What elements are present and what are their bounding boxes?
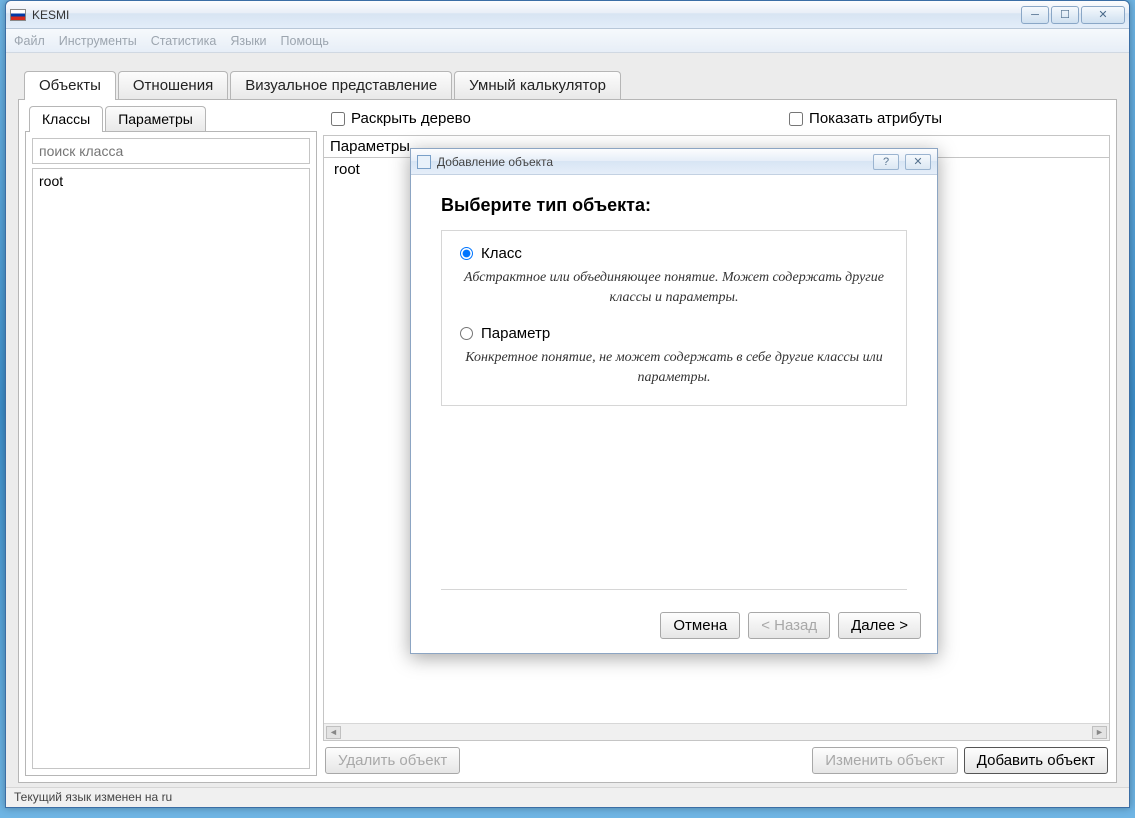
- check-show-attrs-label: Показать атрибуты: [809, 110, 942, 127]
- minimize-button[interactable]: ─: [1021, 6, 1049, 24]
- main-tabs: Объекты Отношения Визуальное представлен…: [24, 71, 1117, 100]
- scroll-right-icon[interactable]: ►: [1092, 726, 1107, 739]
- radio-class[interactable]: Класс: [460, 245, 888, 262]
- add-object-dialog: Добавление объекта ? ✕ Выберите тип объе…: [410, 148, 938, 654]
- maximize-button[interactable]: ☐: [1051, 6, 1079, 24]
- delete-object-button[interactable]: Удалить объект: [325, 747, 460, 774]
- edit-object-button[interactable]: Изменить объект: [812, 747, 958, 774]
- class-tree[interactable]: root: [32, 168, 310, 769]
- check-show-attrs[interactable]: Показать атрибуты: [789, 110, 942, 127]
- dialog-help-button[interactable]: ?: [873, 154, 899, 170]
- menu-langs[interactable]: Языки: [230, 34, 266, 48]
- tab-visual[interactable]: Визуальное представление: [230, 71, 452, 100]
- close-button[interactable]: ✕: [1081, 6, 1125, 24]
- h-scrollbar[interactable]: ◄ ►: [324, 723, 1109, 740]
- dialog-back-button[interactable]: < Назад: [748, 612, 830, 639]
- tab-objects[interactable]: Объекты: [24, 71, 116, 100]
- status-text: Текущий язык изменен на ru: [14, 790, 172, 804]
- search-class-input[interactable]: [32, 138, 310, 164]
- scroll-left-icon[interactable]: ◄: [326, 726, 341, 739]
- subtab-classes[interactable]: Классы: [29, 106, 103, 132]
- dialog-options-frame: Класс Абстрактное или объединяющее понят…: [441, 230, 907, 406]
- radio-param-desc: Конкретное понятие, не может содержать в…: [460, 348, 888, 387]
- dialog-title: Добавление объекта: [437, 155, 553, 169]
- menu-help[interactable]: Помощь: [281, 34, 329, 48]
- check-expand-label: Раскрыть дерево: [351, 110, 471, 127]
- tab-calc[interactable]: Умный калькулятор: [454, 71, 621, 100]
- menu-file[interactable]: Файл: [14, 34, 45, 48]
- dialog-buttons: Отмена < Назад Далее >: [411, 600, 937, 653]
- radio-class-input[interactable]: [460, 247, 473, 260]
- radio-param-label: Параметр: [481, 325, 550, 342]
- statusbar: Текущий язык изменен на ru: [6, 787, 1129, 807]
- check-show-attrs-box[interactable]: [789, 112, 803, 126]
- dialog-body: Выберите тип объекта: Класс Абстрактное …: [411, 175, 937, 600]
- titlebar[interactable]: KESMI ─ ☐ ✕: [6, 1, 1129, 29]
- add-object-button[interactable]: Добавить объект: [964, 747, 1108, 774]
- dialog-separator: [441, 589, 907, 590]
- radio-class-label: Класс: [481, 245, 522, 262]
- subtab-params[interactable]: Параметры: [105, 106, 206, 132]
- menubar: Файл Инструменты Статистика Языки Помощь: [6, 29, 1129, 53]
- tree-item-root[interactable]: root: [39, 173, 303, 189]
- radio-param[interactable]: Параметр: [460, 325, 888, 342]
- dialog-titlebar[interactable]: Добавление объекта ? ✕: [411, 149, 937, 175]
- menu-tools[interactable]: Инструменты: [59, 34, 137, 48]
- check-expand-tree[interactable]: Раскрыть дерево: [331, 110, 471, 127]
- dialog-heading: Выберите тип объекта:: [441, 195, 907, 216]
- dialog-app-icon: [417, 155, 431, 169]
- window-title: KESMI: [32, 8, 1021, 22]
- dialog-close-button[interactable]: ✕: [905, 154, 931, 170]
- tab-relations[interactable]: Отношения: [118, 71, 228, 100]
- radio-param-input[interactable]: [460, 327, 473, 340]
- app-flag-icon: [10, 9, 26, 21]
- dialog-cancel-button[interactable]: Отмена: [660, 612, 740, 639]
- check-expand-tree-box[interactable]: [331, 112, 345, 126]
- dialog-next-button[interactable]: Далее >: [838, 612, 921, 639]
- radio-class-desc: Абстрактное или объединяющее понятие. Мо…: [460, 268, 888, 307]
- left-pane: Классы Параметры root: [25, 106, 317, 776]
- menu-stats[interactable]: Статистика: [151, 34, 217, 48]
